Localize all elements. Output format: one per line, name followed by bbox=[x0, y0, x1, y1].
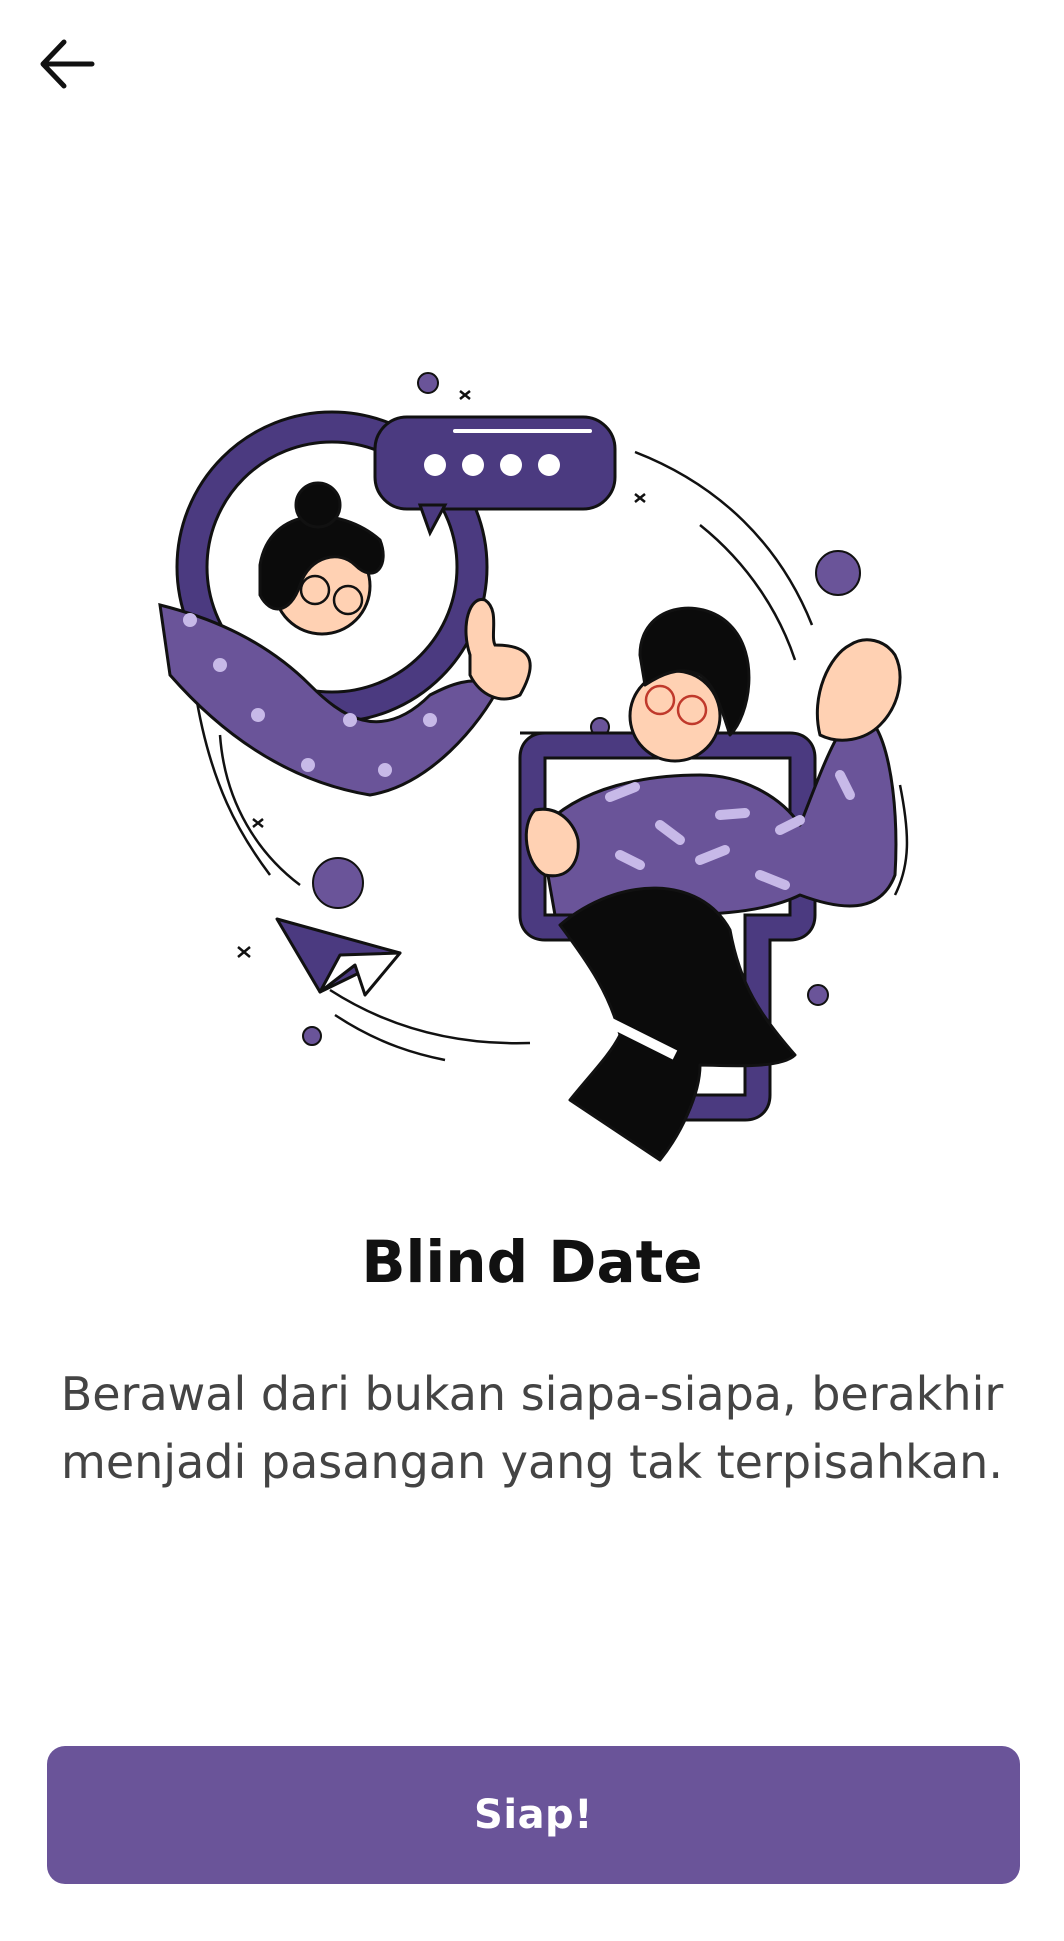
arrow-left-icon bbox=[40, 39, 95, 89]
paper-plane-icon bbox=[275, 917, 402, 997]
ready-button[interactable]: Siap! bbox=[47, 1746, 1020, 1884]
back-button[interactable] bbox=[30, 28, 102, 100]
blind-date-illustration bbox=[158, 372, 909, 1162]
description-text: Berawal dari bukan siapa-siapa, berakhir… bbox=[60, 1367, 1004, 1489]
page-title: Blind Date bbox=[361, 1228, 703, 1296]
